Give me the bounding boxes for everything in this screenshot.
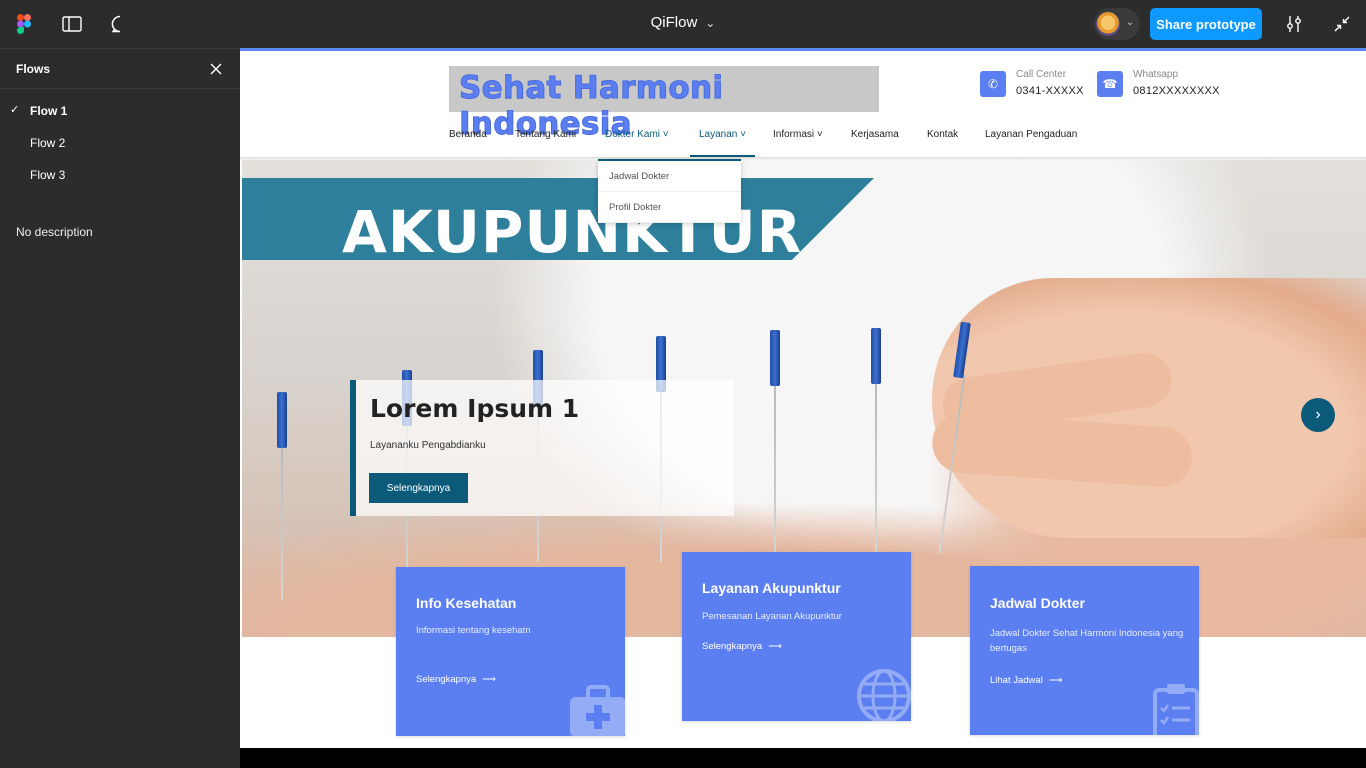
card-link[interactable]: Lihat Jadwal ⟶ <box>990 675 1062 686</box>
nav-label: Layanan <box>699 129 738 140</box>
dropdown-item-profil-dokter[interactable]: Profil Dokter <box>598 192 741 223</box>
user-menu[interactable]: ⌄ <box>1094 8 1140 40</box>
nav-item-layanan[interactable]: Layanan ˅ <box>690 129 755 157</box>
chevron-right-icon[interactable]: › <box>1301 398 1335 432</box>
needle <box>281 440 283 600</box>
card-title: Layanan Akupunktur <box>702 580 841 596</box>
nav-label: Kontak <box>927 129 959 140</box>
file-title-text: QiFlow <box>650 14 698 31</box>
flow-label: Flow 3 <box>30 168 66 182</box>
chevron-down-icon: ⌄ <box>705 16 716 30</box>
clipboard-icon <box>1153 684 1199 735</box>
chevron-down-icon: ˅ <box>816 129 823 140</box>
card-layanan-akupunktur[interactable]: Layanan Akupunktur Pemesanan Layanan Aku… <box>682 552 911 721</box>
website-frame: Sehat Harmoni Indonesia ✆ Call Center 03… <box>240 48 1366 748</box>
flow-item-2[interactable]: Flow 2 <box>0 127 240 159</box>
flow-description: No description <box>16 225 93 239</box>
card-title: Jadwal Dokter <box>990 595 1085 611</box>
needle-head <box>277 392 287 448</box>
prototype-canvas: Sehat Harmoni Indonesia ✆ Call Center 03… <box>240 48 1366 768</box>
hero-subtitle: Layananku Pengabdianku <box>370 440 486 451</box>
share-prototype-button[interactable]: Share prototype <box>1150 8 1262 40</box>
card-description: Jadwal Dokter Sehat Harmoni Indonesia ya… <box>990 628 1184 654</box>
top-bar: QiFlow ⌄ ⌄ Share prototype <box>0 0 1366 48</box>
site-logo[interactable]: Sehat Harmoni Indonesia <box>449 66 879 143</box>
chevron-down-icon: ˅ <box>740 129 746 140</box>
card-description: Informasi tentang kesehatn <box>416 625 531 636</box>
hero-more-button[interactable]: Selengkapnya <box>369 473 468 503</box>
nav-item-kerjasama[interactable]: Kerjasama <box>851 129 899 157</box>
card-info-kesehatan[interactable]: Info Kesehatan Informasi tentang kesehat… <box>396 567 625 736</box>
flow-label: Flow 1 <box>30 104 68 118</box>
hero-title: Lorem Ipsum 1 <box>370 394 580 423</box>
nav-item-layanan-pengaduan[interactable]: Layanan Pengaduan <box>985 129 1077 157</box>
card-description: Pemesanan Layanan Akupunktur <box>702 611 842 622</box>
nav-label: Informasi <box>773 129 815 140</box>
checkmark-icon: ✓ <box>10 104 20 116</box>
flow-label: Flow 2 <box>30 136 66 150</box>
nav-item-informasi[interactable]: Informasi ˅ <box>773 129 823 157</box>
card-link-text: Selengkapnya <box>702 641 763 652</box>
chevron-down-icon: ⌄ <box>1126 17 1135 28</box>
flows-panel-header: Flows <box>0 49 240 89</box>
card-link-text: Lihat Jadwal <box>990 675 1043 686</box>
whatsapp-icon: ☎ <box>1097 71 1123 97</box>
arrow-right-icon: ⟶ <box>1048 675 1063 686</box>
nav-item-kontak[interactable]: Kontak <box>927 129 958 157</box>
hero-caption: Lorem Ipsum 1 Layananku Pengabdianku Sel… <box>350 380 734 516</box>
card-link-text: Selengkapnya <box>416 674 477 685</box>
flows-panel: Flows ✓ Flow 1 Flow 2 Flow 3 No descript… <box>0 48 240 768</box>
flow-item-3[interactable]: Flow 3 <box>0 159 240 191</box>
nav-label: Layanan Pengaduan <box>985 129 1078 140</box>
contact-value: 0812XXXXXXXX <box>1133 85 1220 97</box>
arrow-right-icon: ⟶ <box>768 641 782 652</box>
nav-label: Dokter Kami <box>605 129 661 140</box>
needle <box>875 382 877 552</box>
chevron-down-icon: ˅ <box>662 129 669 140</box>
flow-item-1[interactable]: ✓ Flow 1 <box>0 95 240 127</box>
close-icon[interactable] <box>206 59 226 79</box>
avatar <box>1096 12 1120 36</box>
card-title: Info Kesehatan <box>416 595 517 611</box>
medical-kit-icon <box>570 685 625 736</box>
needle <box>774 382 776 562</box>
arrow-right-icon: ⟶ <box>482 674 496 685</box>
dokter-kami-dropdown: Jadwal Dokter Profil Dokter <box>598 159 741 223</box>
contact-label: Whatsapp <box>1133 69 1179 80</box>
contact-value: 0341-XXXXX <box>1016 85 1084 97</box>
card-jadwal-dokter[interactable]: Jadwal Dokter Jadwal Dokter Sehat Harmon… <box>970 566 1199 735</box>
nav-label: Beranda <box>449 129 487 140</box>
nav-label: Kerjasama <box>851 129 899 140</box>
collapse-icon[interactable] <box>1330 12 1354 36</box>
nav-label: Tentang Kami <box>515 129 577 140</box>
nav-item-beranda[interactable]: Beranda <box>449 129 487 157</box>
globe-icon <box>857 669 911 721</box>
phone-icon: ✆ <box>980 71 1006 97</box>
contact-label: Call Center <box>1016 69 1067 80</box>
flows-panel-title: Flows <box>16 62 51 76</box>
card-link[interactable]: Selengkapnya ⟶ <box>702 641 782 652</box>
nav-item-dokter-kami[interactable]: Dokter Kami ˅ <box>605 129 669 157</box>
needle-head <box>871 328 881 384</box>
hero-banner: AKUPUNKTUR <box>242 178 874 260</box>
needle-head <box>770 330 780 386</box>
nav-item-tentang-kami[interactable]: Tentang Kami <box>515 129 576 157</box>
dropdown-item-jadwal-dokter[interactable]: Jadwal Dokter <box>598 161 741 192</box>
settings-sliders-icon[interactable] <box>1282 12 1306 36</box>
card-link[interactable]: Selengkapnya ⟶ <box>416 674 496 685</box>
